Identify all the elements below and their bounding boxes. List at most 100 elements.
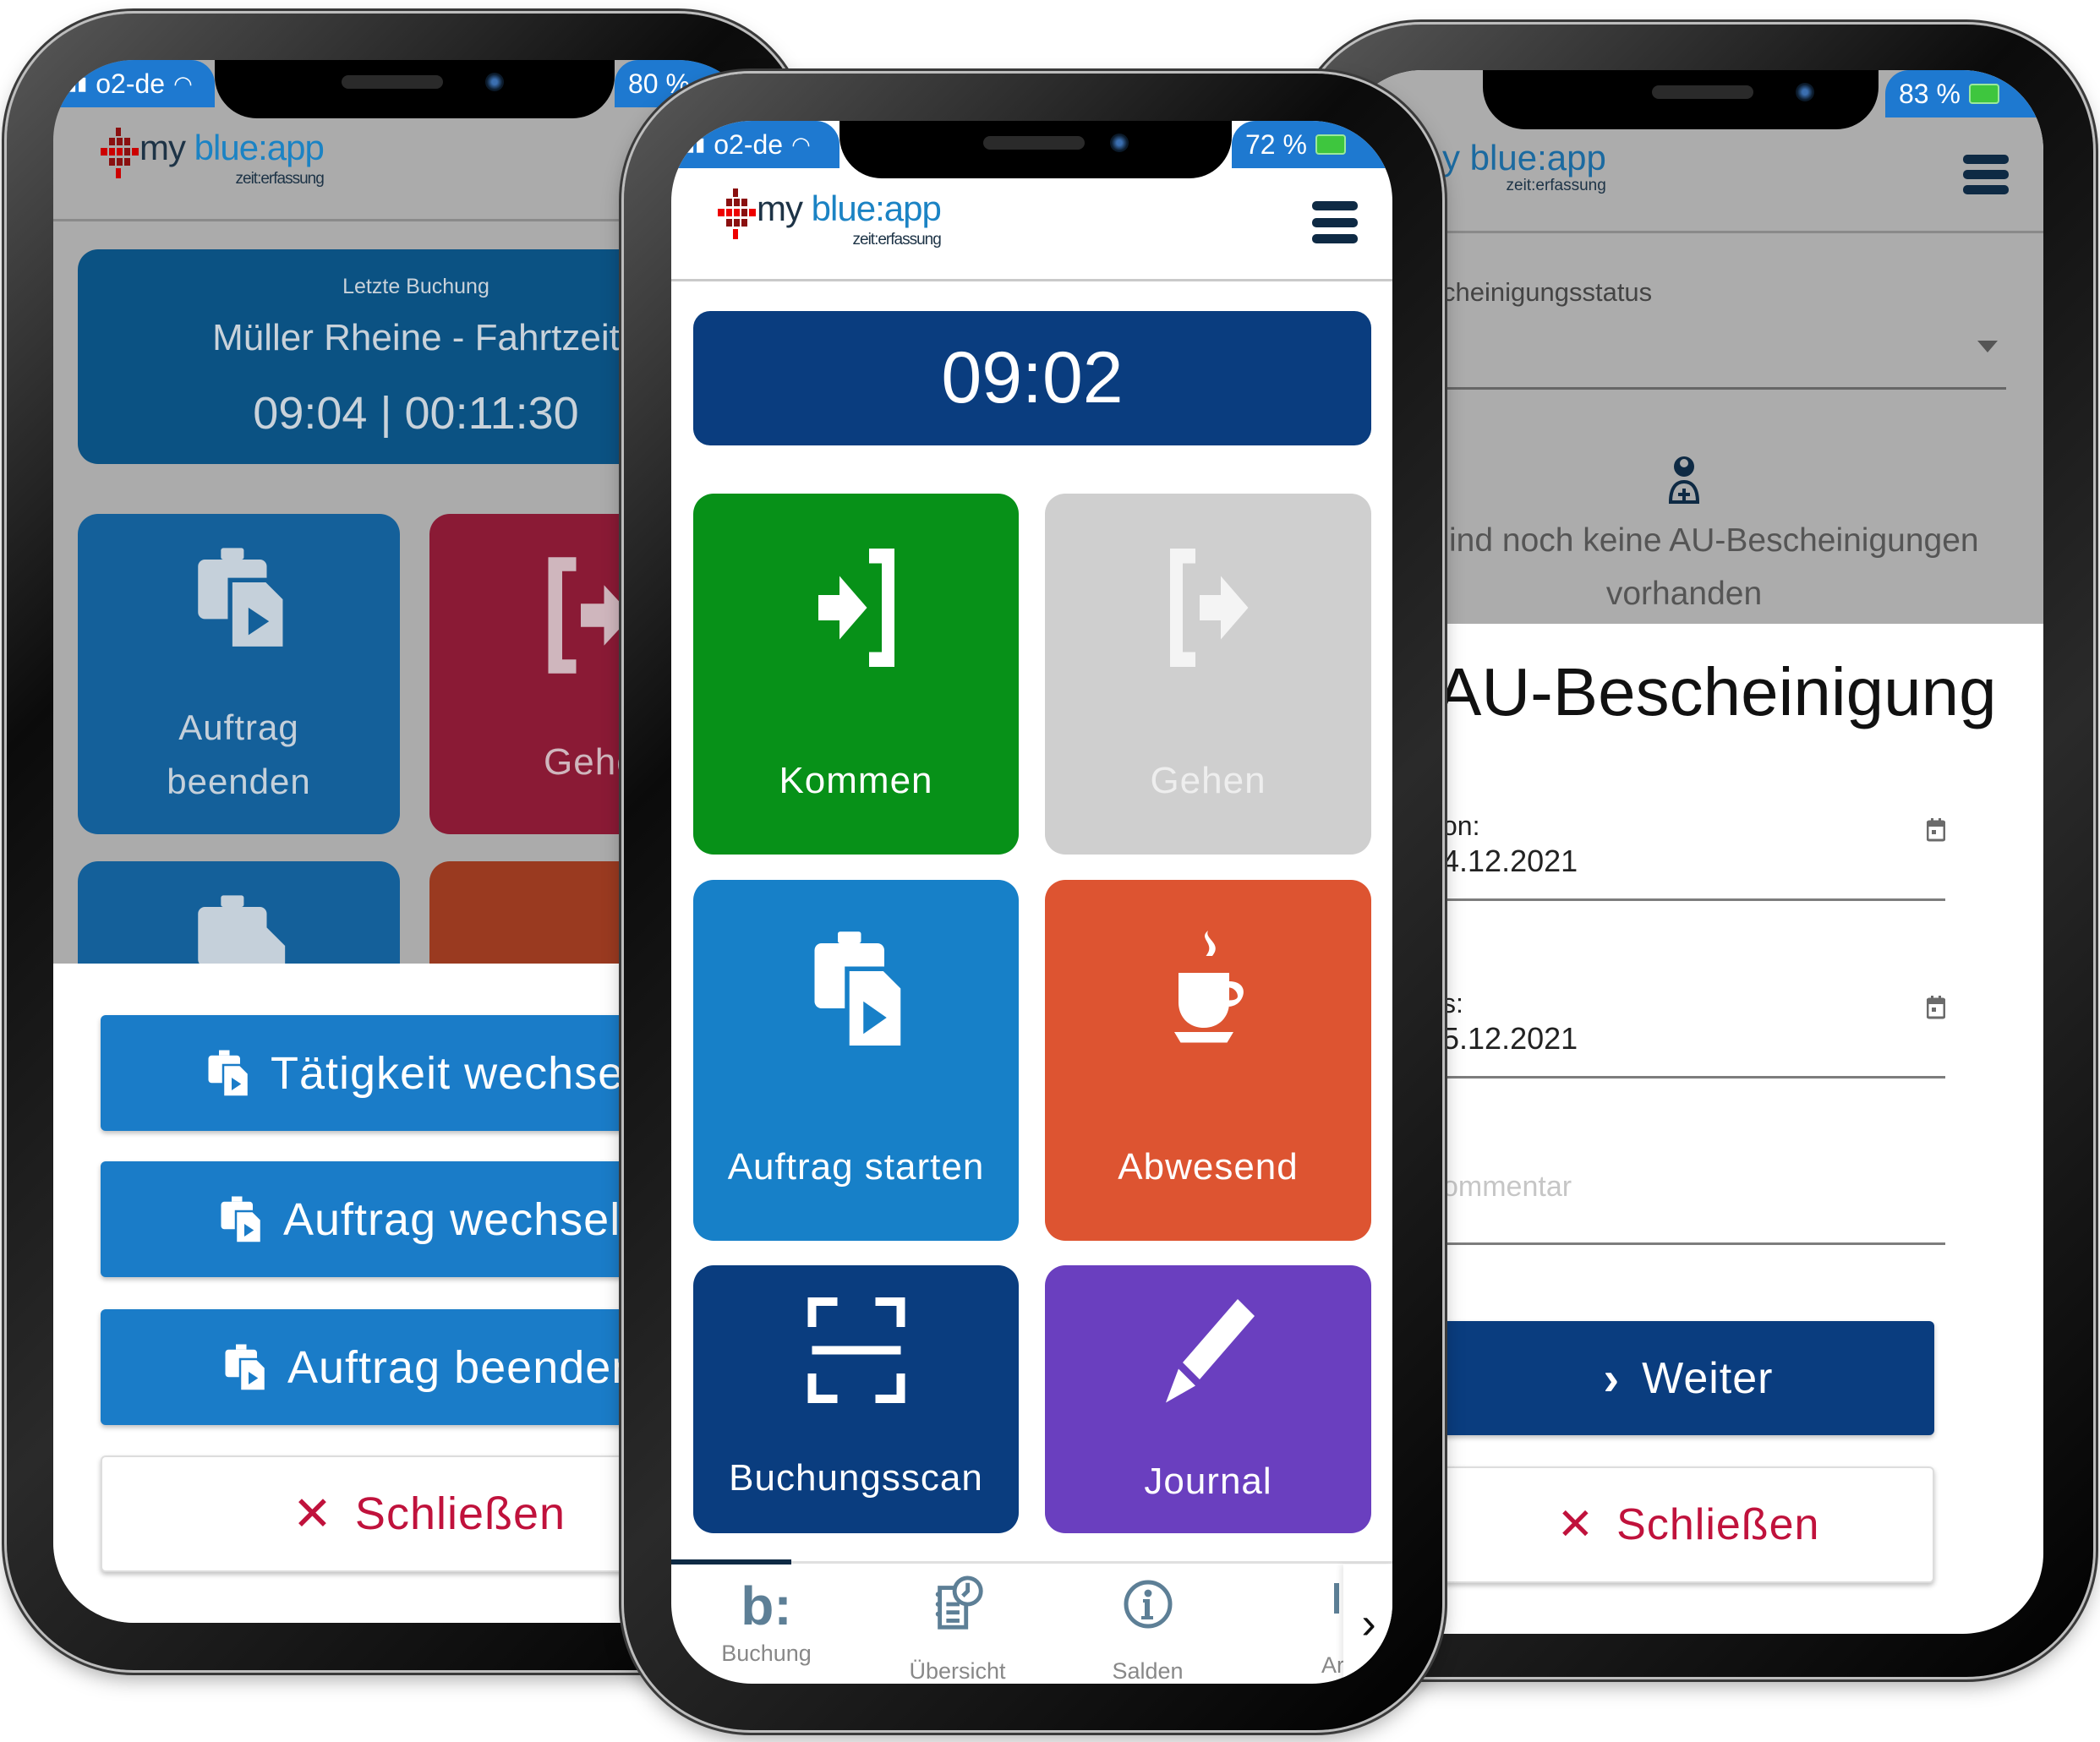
signal-icon: ▮▮ — [67, 73, 88, 94]
tile-label-line1: Auftrag — [178, 707, 299, 747]
tile-label: Gehen — [1150, 760, 1266, 801]
logo-subtitle: zeit:erfassung — [235, 170, 325, 188]
to-label: s: — [1442, 988, 1463, 1018]
carrier-label: o2-de — [96, 68, 166, 99]
close-icon: ✕ — [1556, 1500, 1595, 1549]
status-right: 83 % — [1885, 70, 2043, 117]
middle-phone-screen: ▮▮ o2-de ◠ 72 % my blue:app zeit:erfassun… — [671, 121, 1392, 1684]
calendar-icon[interactable] — [1927, 996, 1945, 1019]
last-booking-duration: 00:11:30 — [404, 388, 579, 439]
tab-salden[interactable]: Salden — [1053, 1575, 1243, 1684]
signal-icon: ▮▮ — [685, 134, 706, 155]
tab-label: Buchung — [721, 1641, 812, 1666]
clock-display: 09:02 — [693, 311, 1371, 445]
last-booking-time: 09:04 — [253, 388, 368, 439]
logo-subtitle: zeit:erfassung — [1506, 177, 1606, 194]
header-divider — [1342, 231, 2043, 233]
logo-text-blueapp: blue:app — [811, 188, 942, 228]
battery-label: 72 % — [1245, 128, 1307, 160]
battery-charging-icon — [1968, 84, 1999, 104]
app-logo: my blue:app zeit:erfassung — [101, 128, 325, 188]
tab-buchung[interactable]: b: Buchung — [671, 1575, 861, 1667]
header-divider — [671, 279, 1392, 281]
tile-label: Buchungsscan — [729, 1457, 983, 1499]
active-tab-indicator — [671, 1559, 791, 1565]
from-label: on: — [1442, 811, 1480, 841]
calendar-icon[interactable] — [1927, 818, 1945, 842]
tile-label-line2: beenden — [167, 762, 311, 801]
tile-auftrag-starten[interactable]: Auftrag starten — [693, 880, 1019, 1241]
button-label: Schließen — [1616, 1500, 1820, 1549]
app-logo: my blue:app zeit:erfassung — [718, 188, 942, 248]
notch — [215, 60, 615, 118]
tile-label: Auftrag starten — [727, 1146, 985, 1188]
status-right: 72 % — [1232, 121, 1392, 168]
empty-state-line1: ind noch keine AU-Bescheinigungen — [1449, 522, 1979, 559]
from-date-field[interactable]: on: 4.12.2021 — [1442, 797, 1945, 901]
tile-buchungsscan[interactable]: Buchungsscan — [693, 1265, 1019, 1533]
app-logo-partial: y blue:app zeit:erfassung — [1442, 138, 1606, 195]
tile-kommen[interactable]: Kommen — [693, 494, 1019, 855]
b-colon-icon: b: — [741, 1575, 792, 1636]
logout-icon — [548, 557, 632, 674]
tab-label: Salden — [1112, 1658, 1184, 1684]
close-button[interactable]: ✕ Schließen — [1442, 1466, 1934, 1583]
partial-icon — [1334, 1583, 1339, 1614]
carrier-label: o2-de — [714, 128, 784, 160]
tile-journal[interactable]: Journal — [1045, 1265, 1371, 1533]
button-label: Auftrag wechseln — [283, 1193, 648, 1245]
tile-auftrag-beenden[interactable]: Auftrag beenden — [78, 514, 400, 834]
chevron-right-icon: › — [1603, 1352, 1621, 1405]
briefcase-play-icon — [814, 931, 903, 1051]
notebook-clock-icon — [935, 1575, 983, 1630]
briefcase-play-icon — [225, 1344, 265, 1392]
briefcase-play-icon — [208, 1050, 249, 1098]
tile-gehen[interactable]: Gehen — [1045, 494, 1371, 855]
login-icon — [818, 549, 894, 667]
button-label: Tätigkeit wechseln — [271, 1047, 662, 1099]
tile-abwesend[interactable]: Abwesend — [1045, 880, 1371, 1241]
dropdown-arrow-icon — [1977, 341, 1998, 352]
right-phone-screen: 83 % y blue:app zeit:erfassung cheinigun… — [1342, 70, 2043, 1634]
empty-state-line2: vorhanden — [1605, 576, 1763, 612]
logo-subtitle: zeit:erfassung — [852, 231, 942, 248]
logo-text-my: my — [139, 128, 194, 167]
comment-placeholder: ommentar — [1442, 1171, 1572, 1203]
to-value: 5.12.2021 — [1442, 1021, 1578, 1056]
next-button[interactable]: › Weiter — [1442, 1321, 1934, 1435]
separator: | — [380, 388, 392, 439]
scan-icon — [807, 1297, 905, 1403]
from-value: 4.12.2021 — [1442, 844, 1578, 878]
info-circle-icon — [1124, 1580, 1172, 1629]
nav-scroll-right-button[interactable]: › — [1343, 1565, 1392, 1683]
to-date-field[interactable]: s: 5.12.2021 — [1442, 975, 1945, 1079]
tile-label: Abwesend — [1118, 1146, 1299, 1188]
status-left: ▮▮ o2-de ◠ — [53, 60, 215, 107]
tab-partial[interactable]: Ar — [1243, 1575, 1344, 1679]
button-label: Schließen — [354, 1488, 566, 1539]
logo-mark-icon — [718, 188, 756, 239]
comment-input[interactable]: ommentar — [1442, 1152, 1945, 1245]
clock-time: 09:02 — [941, 337, 1124, 418]
tile-label: Journal — [1144, 1461, 1272, 1502]
button-label: Auftrag beenden — [287, 1341, 638, 1393]
menu-button[interactable] — [1963, 155, 2009, 194]
logo-mark-icon — [101, 128, 139, 178]
notch — [1483, 70, 1879, 129]
chevron-right-icon: › — [1361, 1599, 1376, 1648]
close-icon: ✕ — [293, 1487, 333, 1540]
notch — [839, 121, 1232, 178]
battery-charging-icon — [1315, 134, 1346, 155]
tab-uebersicht[interactable]: Übersicht — [862, 1575, 1053, 1684]
coffee-cup-icon — [1174, 931, 1244, 1043]
status-filter-label: cheinigungsstatus — [1442, 277, 1653, 307]
logo-text-blueapp: blue:app — [194, 128, 325, 167]
tile-label: Kommen — [779, 760, 933, 801]
logo-text: y blue:app — [1442, 138, 1606, 177]
doctor-icon — [1668, 456, 1700, 504]
pencil-icon — [1166, 1299, 1255, 1403]
status-filter-dropdown[interactable] — [1442, 324, 2006, 390]
status-left: ▮▮ o2-de ◠ — [671, 121, 839, 168]
menu-button[interactable] — [1312, 201, 1358, 243]
logo-text-my: my — [757, 188, 812, 228]
